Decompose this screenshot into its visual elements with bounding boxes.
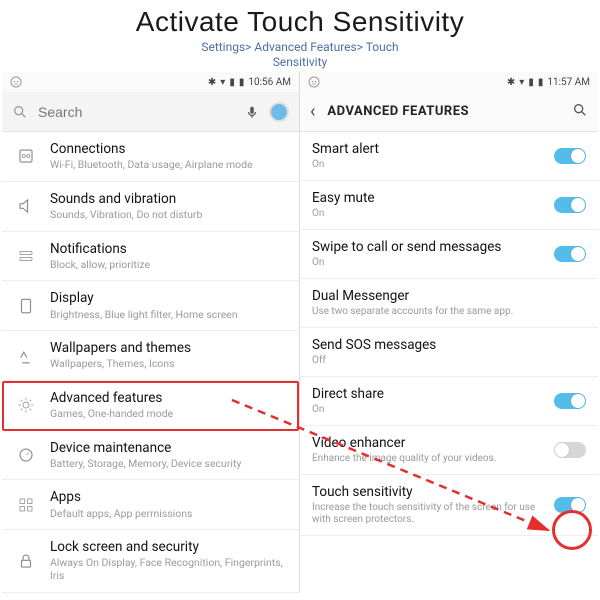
row-label: Direct share xyxy=(312,386,544,402)
search-icon xyxy=(12,104,28,120)
row-label: Notifications xyxy=(50,241,287,257)
af-row-sos[interactable]: Send SOS messages Off xyxy=(300,328,598,377)
device-maint-icon xyxy=(14,446,38,464)
search-icon[interactable] xyxy=(572,102,588,122)
af-row-easy-mute[interactable]: Easy mute On xyxy=(300,181,598,230)
reddit-icon xyxy=(308,76,320,88)
row-sub: Increase the touch sensitivity of the sc… xyxy=(312,502,544,526)
battery-icon: ▮ xyxy=(239,77,245,88)
row-label: Swipe to call or send messages xyxy=(312,239,544,255)
row-sub: On xyxy=(312,404,544,416)
row-sub: Sounds, Vibration, Do not disturb xyxy=(50,209,287,222)
settings-row-apps[interactable]: Apps Default apps, App permissions xyxy=(2,480,299,530)
row-label: Touch sensitivity xyxy=(312,484,544,500)
wifi-icon: ▾ xyxy=(519,77,524,88)
wallpaper-icon xyxy=(14,347,38,365)
row-sub: Off xyxy=(312,355,586,367)
row-label: Sounds and vibration xyxy=(50,191,287,207)
connections-icon xyxy=(14,147,38,165)
settings-row-advanced-features[interactable]: Advanced features Games, One-handed mode xyxy=(2,381,299,431)
signal-icon: ▮ xyxy=(528,77,534,88)
row-label: Easy mute xyxy=(312,190,544,206)
toggle-swipe-call[interactable] xyxy=(554,246,586,262)
row-label: Apps xyxy=(50,489,287,505)
lock-icon xyxy=(14,552,38,570)
bluetooth-icon: ✱ xyxy=(208,77,216,88)
page-title: Activate Touch Sensitivity xyxy=(0,6,600,38)
status-time: 10:56 AM xyxy=(248,77,291,88)
search-input[interactable] xyxy=(38,104,235,120)
signal-icon: ▮ xyxy=(229,77,235,88)
af-row-smart-alert[interactable]: Smart alert On xyxy=(300,132,598,181)
toggle-smart-alert[interactable] xyxy=(554,148,586,164)
row-label: Send SOS messages xyxy=(312,337,586,353)
row-label: Lock screen and security xyxy=(50,539,287,555)
af-row-direct-share[interactable]: Direct share On xyxy=(300,377,598,426)
status-time: 11:57 AM xyxy=(547,77,590,88)
settings-row-device-maint[interactable]: Device maintenance Battery, Storage, Memo… xyxy=(2,431,299,481)
screen-title: ADVANCED FEATURES xyxy=(327,104,469,119)
phone-advanced-features: ✱ ▾ ▮ ▮ 11:57 AM ‹ ADVANCED FEATURES Sma… xyxy=(300,72,598,593)
settings-row-connections[interactable]: Connections Wi-Fi, Bluetooth, Data usage,… xyxy=(2,132,299,182)
back-icon[interactable]: ‹ xyxy=(310,101,315,122)
row-sub: Always On Display, Face Recognition, Fin… xyxy=(50,557,287,582)
row-sub: Wi-Fi, Bluetooth, Data usage, Airplane m… xyxy=(50,159,287,172)
row-label: Connections xyxy=(50,141,287,157)
advanced-icon xyxy=(14,396,38,414)
sound-icon xyxy=(14,197,38,215)
row-sub: On xyxy=(312,257,544,269)
bluetooth-icon: ✱ xyxy=(507,77,515,88)
row-sub: On xyxy=(312,159,544,171)
breadcrumb: Settings> Advanced Features> Touch Sensi… xyxy=(0,40,600,70)
af-row-swipe-call[interactable]: Swipe to call or send messages On xyxy=(300,230,598,279)
reddit-icon xyxy=(10,76,22,88)
phone-settings: ✱ ▾ ▮ ▮ 10:56 AM Connections Wi-Fi, Bluet… xyxy=(2,72,300,593)
row-sub: Default apps, App permissions xyxy=(50,508,287,521)
row-label: Display xyxy=(50,290,287,306)
avatar[interactable] xyxy=(269,102,289,122)
toggle-touch-sensitivity[interactable] xyxy=(554,497,586,513)
apps-icon xyxy=(14,496,38,514)
row-label: Device maintenance xyxy=(50,440,287,456)
page-header: Activate Touch Sensitivity Settings> Adv… xyxy=(0,0,600,72)
row-sub: Battery, Storage, Memory, Device securit… xyxy=(50,458,287,471)
af-row-touch-sensitivity[interactable]: Touch sensitivity Increase the touch sens… xyxy=(300,475,598,536)
settings-row-sounds[interactable]: Sounds and vibration Sounds, Vibration, D… xyxy=(2,182,299,232)
af-row-dual-messenger[interactable]: Dual Messenger Use two separate accounts … xyxy=(300,279,598,328)
settings-row-lock-security[interactable]: Lock screen and security Always On Displa… xyxy=(2,530,299,592)
title-bar: ‹ ADVANCED FEATURES xyxy=(300,92,598,132)
toggle-easy-mute[interactable] xyxy=(554,197,586,213)
toggle-direct-share[interactable] xyxy=(554,393,586,409)
row-sub: On xyxy=(312,208,544,220)
settings-row-wallpapers[interactable]: Wallpapers and themes Wallpapers, Themes,… xyxy=(2,331,299,381)
battery-icon: ▮ xyxy=(538,77,544,88)
row-sub: Enhance the image quality of your videos… xyxy=(312,453,544,465)
row-sub: Block, allow, prioritize xyxy=(50,259,287,272)
row-sub: Use two separate accounts for the same a… xyxy=(312,306,586,318)
settings-row-notifications[interactable]: Notifications Block, allow, prioritize xyxy=(2,232,299,282)
search-bar[interactable] xyxy=(2,92,299,132)
row-sub: Brightness, Blue light filter, Home scre… xyxy=(50,309,287,322)
row-label: Wallpapers and themes xyxy=(50,340,287,356)
status-bar: ✱ ▾ ▮ ▮ 10:56 AM xyxy=(2,72,299,92)
row-sub: Games, One-handed mode xyxy=(50,408,287,421)
display-icon xyxy=(14,297,38,315)
status-bar: ✱ ▾ ▮ ▮ 11:57 AM xyxy=(300,72,598,92)
row-label: Smart alert xyxy=(312,141,544,157)
row-label: Advanced features xyxy=(50,390,287,406)
toggle-video-enhancer[interactable] xyxy=(554,442,586,458)
notifications-icon xyxy=(14,247,38,265)
row-sub: Wallpapers, Themes, Icons xyxy=(50,358,287,371)
breadcrumb-line-1: Settings> Advanced Features> Touch xyxy=(201,40,398,54)
row-label: Video enhancer xyxy=(312,435,544,451)
breadcrumb-line-2: Sensitivity xyxy=(273,55,327,69)
wifi-icon: ▾ xyxy=(220,77,225,88)
row-label: Dual Messenger xyxy=(312,288,586,304)
mic-icon[interactable] xyxy=(245,104,259,120)
af-row-video-enhancer[interactable]: Video enhancer Enhance the image quality … xyxy=(300,426,598,475)
settings-row-display[interactable]: Display Brightness, Blue light filter, Ho… xyxy=(2,281,299,331)
